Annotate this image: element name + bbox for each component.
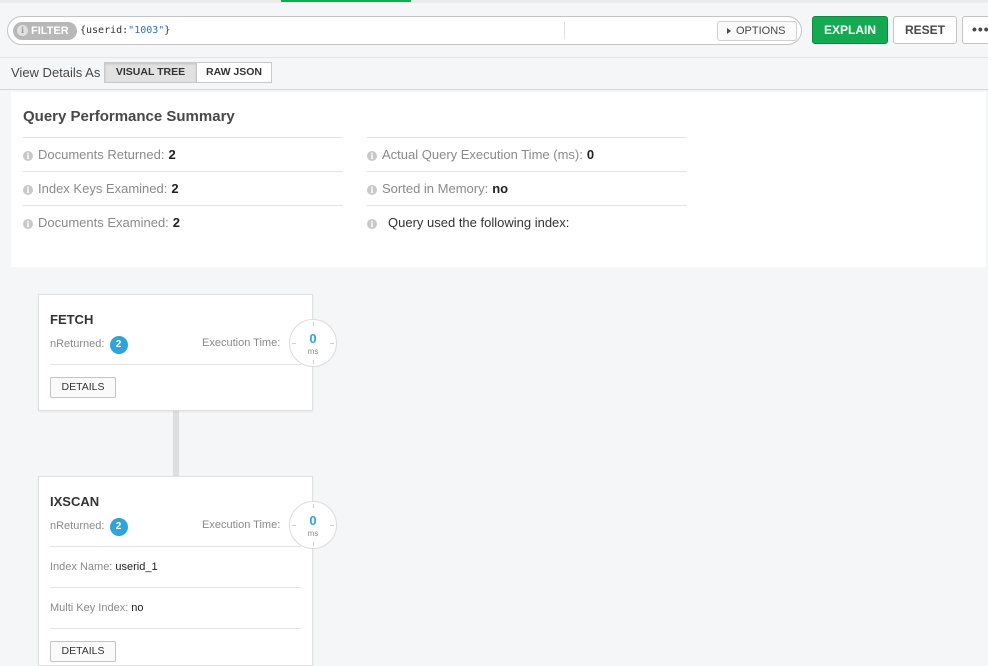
filter-query-prefix: {userid:	[80, 25, 129, 36]
nreturned-label: nReturned:	[50, 520, 105, 532]
clock-tick	[313, 542, 314, 546]
filter-input[interactable]: {userid:"1003"}	[80, 17, 170, 44]
stage-connector	[173, 410, 179, 476]
index-name-row: Index Name: userid_1	[50, 561, 158, 573]
info-icon: i	[23, 219, 33, 229]
exec-time-label: Actual Query Execution Time (ms):	[382, 147, 583, 162]
divider	[50, 546, 301, 547]
docs-returned-value: 2	[168, 147, 176, 162]
sorted-memory-stat: i Sorted in Memory: no	[367, 171, 687, 205]
reset-button[interactable]: RESET	[893, 16, 957, 44]
execution-time-label: Execution Time:	[202, 337, 281, 349]
view-details-label: View Details As	[11, 65, 101, 80]
view-details-row: View Details As VISUAL TREE RAW JSON	[0, 58, 988, 90]
execution-time-unit: ms	[307, 529, 319, 538]
exec-time-value: 0	[586, 147, 595, 162]
summary-title: Query Performance Summary	[23, 108, 235, 125]
filter-query-suffix: }	[164, 25, 171, 36]
info-icon: i	[23, 185, 33, 195]
keys-examined-stat: i Index Keys Examined: 2	[23, 171, 343, 205]
query-performance-summary: Query Performance Summary i Documents Ret…	[11, 92, 986, 267]
execution-time-unit: ms	[307, 347, 319, 356]
fetch-stage-card: FETCH nReturned: 2 Execution Time: 0 ms …	[38, 294, 337, 411]
keys-examined-value: 2	[171, 181, 179, 196]
keys-examined-label: Index Keys Examined:	[38, 181, 168, 196]
index-name-label: Index Name:	[50, 561, 113, 573]
execution-time-value: 0	[309, 513, 317, 528]
filter-divider	[564, 22, 565, 39]
info-icon: i	[367, 151, 377, 161]
info-icon: i	[23, 151, 33, 161]
sorted-memory-value: no	[492, 181, 509, 196]
clock-tick	[313, 360, 314, 364]
execution-time-label: Execution Time:	[202, 519, 281, 531]
index-used-label: Query used the following index:	[388, 215, 570, 230]
clock-tick	[313, 504, 314, 508]
caret-right-icon	[727, 28, 731, 34]
options-button[interactable]: OPTIONS	[717, 21, 797, 41]
details-button[interactable]: DETAILS	[50, 377, 116, 398]
details-button[interactable]: DETAILS	[50, 641, 116, 662]
nreturned: nReturned: 2	[50, 336, 128, 354]
more-options-button[interactable]: •••	[962, 16, 988, 44]
divider	[50, 364, 301, 365]
raw-json-toggle[interactable]: RAW JSON	[196, 62, 272, 83]
docs-returned-label: Documents Returned:	[38, 147, 165, 162]
filter-bar[interactable]: i FILTER {userid:"1003"} OPTIONS	[7, 16, 802, 45]
nreturned: nReturned: 2	[50, 518, 128, 536]
ixscan-stage-card: IXSCAN nReturned: 2 Execution Time: 0 ms…	[38, 476, 337, 666]
active-tab-indicator	[281, 0, 411, 2]
visual-tree-toggle[interactable]: VISUAL TREE	[104, 62, 197, 83]
clock-tick	[313, 322, 314, 326]
explain-button[interactable]: EXPLAIN	[812, 16, 888, 44]
docs-returned-stat: i Documents Returned: 2	[23, 137, 343, 171]
query-toolbar: i FILTER {userid:"1003"} OPTIONS EXPLAIN…	[0, 3, 988, 58]
stage-name: FETCH	[50, 312, 94, 327]
stage-name: IXSCAN	[50, 494, 100, 509]
docs-examined-label: Documents Examined:	[38, 215, 169, 230]
filter-query-value: "1003"	[128, 25, 165, 36]
options-label: OPTIONS	[736, 25, 786, 37]
execution-time-clock: 0 ms	[289, 319, 337, 367]
execution-time-value: 0	[309, 331, 317, 346]
divider	[50, 587, 301, 588]
exec-time-stat: i Actual Query Execution Time (ms): 0	[367, 137, 687, 171]
docs-examined-stat: i Documents Examined: 2	[23, 205, 343, 239]
nreturned-label: nReturned:	[50, 338, 105, 350]
info-icon: i	[367, 185, 377, 195]
nreturned-badge: 2	[109, 518, 128, 536]
multikey-value: no	[131, 602, 144, 614]
docs-examined-value: 2	[172, 215, 181, 230]
nreturned-badge: 2	[109, 336, 128, 354]
multikey-label: Multi Key Index:	[50, 602, 129, 614]
divider	[50, 628, 301, 629]
info-icon: i	[17, 25, 28, 36]
info-icon: i	[367, 219, 377, 229]
sorted-memory-label: Sorted in Memory:	[382, 181, 489, 196]
index-name-value: userid_1	[115, 561, 158, 573]
multikey-row: Multi Key Index: no	[50, 602, 144, 614]
filter-pill[interactable]: i FILTER	[13, 22, 77, 40]
filter-pill-label: FILTER	[31, 25, 69, 37]
execution-time-clock: 0 ms	[289, 501, 337, 549]
index-used-stat: i Query used the following index:	[367, 205, 687, 239]
